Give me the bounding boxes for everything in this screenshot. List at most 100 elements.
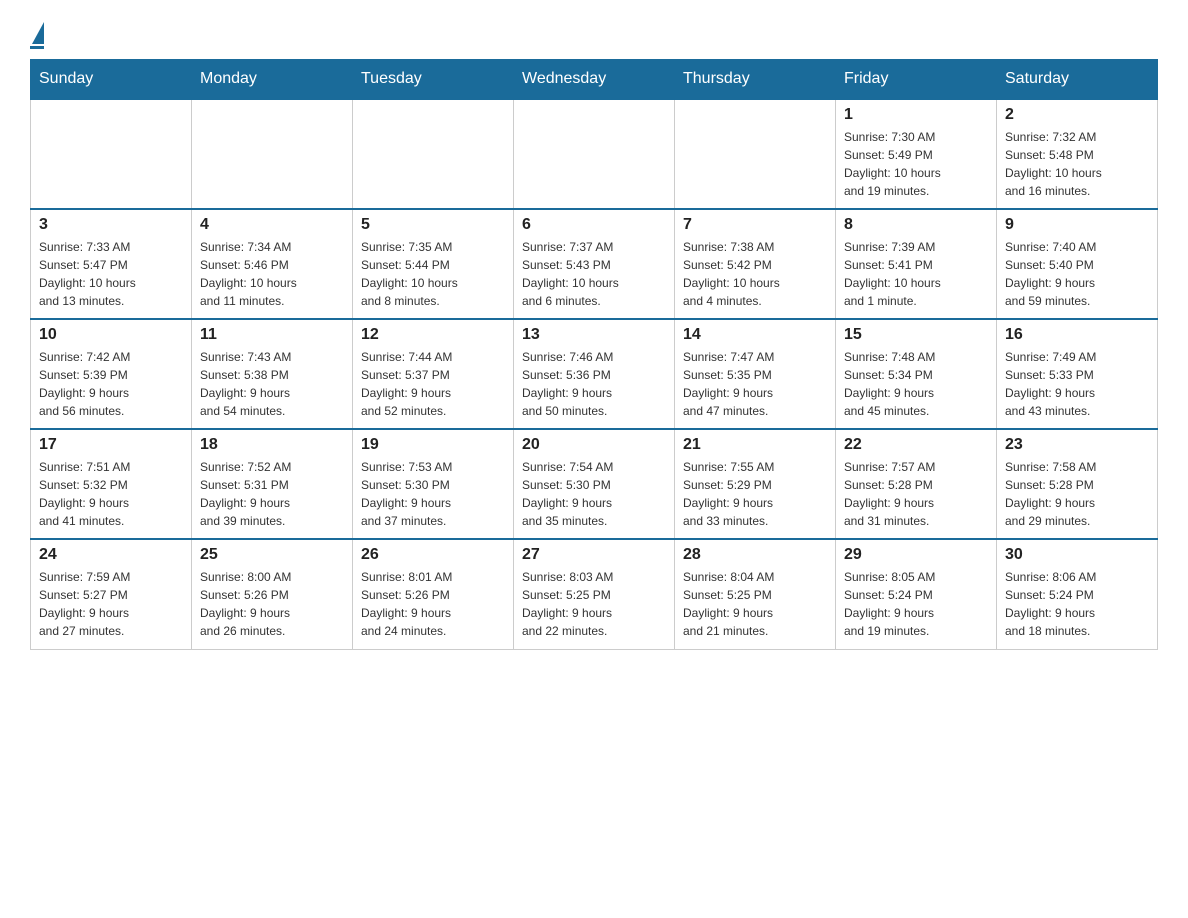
day-info: Sunrise: 7:40 AM Sunset: 5:40 PM Dayligh… [1005, 238, 1149, 310]
day-of-week-header: Monday [192, 60, 353, 100]
day-info: Sunrise: 8:00 AM Sunset: 5:26 PM Dayligh… [200, 568, 344, 640]
day-info: Sunrise: 7:52 AM Sunset: 5:31 PM Dayligh… [200, 458, 344, 530]
day-info: Sunrise: 7:51 AM Sunset: 5:32 PM Dayligh… [39, 458, 183, 530]
day-number: 1 [844, 106, 988, 124]
calendar-week-row: 17Sunrise: 7:51 AM Sunset: 5:32 PM Dayli… [31, 429, 1158, 539]
day-of-week-header: Wednesday [514, 60, 675, 100]
day-info: Sunrise: 7:34 AM Sunset: 5:46 PM Dayligh… [200, 238, 344, 310]
day-of-week-header: Friday [836, 60, 997, 100]
day-info: Sunrise: 8:06 AM Sunset: 5:24 PM Dayligh… [1005, 568, 1149, 640]
day-number: 23 [1005, 436, 1149, 454]
day-of-week-header: Saturday [997, 60, 1158, 100]
day-number: 24 [39, 546, 183, 564]
calendar-week-row: 10Sunrise: 7:42 AM Sunset: 5:39 PM Dayli… [31, 319, 1158, 429]
calendar-cell [675, 99, 836, 209]
day-number: 10 [39, 326, 183, 344]
logo-triangle-icon [32, 22, 44, 44]
logo [30, 20, 44, 49]
calendar-cell: 13 Sunrise: 7:46 AM Sunset: 5:36 PM Dayli… [514, 319, 675, 429]
calendar-week-row: 1Sunrise: 7:30 AM Sunset: 5:49 PM Daylig… [31, 99, 1158, 209]
day-number: 5 [361, 216, 505, 234]
day-number: 20 [522, 436, 666, 454]
page-header [30, 20, 1158, 49]
calendar-cell: 10Sunrise: 7:42 AM Sunset: 5:39 PM Dayli… [31, 319, 192, 429]
day-info: Sunrise: 7:53 AM Sunset: 5:30 PM Dayligh… [361, 458, 505, 530]
day-info: Sunrise: 7:54 AM Sunset: 5:30 PM Dayligh… [522, 458, 666, 530]
day-info: Sunrise: 7:48 AM Sunset: 5:34 PM Dayligh… [844, 348, 988, 420]
day-info: Sunrise: 7:32 AM Sunset: 5:48 PM Dayligh… [1005, 128, 1149, 200]
day-number: 2 [1005, 106, 1149, 124]
calendar-cell: 4 Sunrise: 7:34 AM Sunset: 5:46 PM Daylig… [192, 209, 353, 319]
day-number: 7 [683, 216, 827, 234]
day-info: Sunrise: 7:37 AM Sunset: 5:43 PM Dayligh… [522, 238, 666, 310]
calendar-cell: 8 Sunrise: 7:39 AM Sunset: 5:41 PM Daylig… [836, 209, 997, 319]
calendar-cell: 1Sunrise: 7:30 AM Sunset: 5:49 PM Daylig… [836, 99, 997, 209]
day-of-week-header: Thursday [675, 60, 836, 100]
calendar-cell: 28 Sunrise: 8:04 AM Sunset: 5:25 PM Dayli… [675, 539, 836, 649]
calendar-cell: 25 Sunrise: 8:00 AM Sunset: 5:26 PM Dayli… [192, 539, 353, 649]
calendar-cell: 29 Sunrise: 8:05 AM Sunset: 5:24 PM Dayli… [836, 539, 997, 649]
calendar-cell: 17Sunrise: 7:51 AM Sunset: 5:32 PM Dayli… [31, 429, 192, 539]
day-number: 16 [1005, 326, 1149, 344]
calendar-cell: 5 Sunrise: 7:35 AM Sunset: 5:44 PM Daylig… [353, 209, 514, 319]
day-info: Sunrise: 8:01 AM Sunset: 5:26 PM Dayligh… [361, 568, 505, 640]
calendar-cell: 12Sunrise: 7:44 AM Sunset: 5:37 PM Dayli… [353, 319, 514, 429]
day-info: Sunrise: 7:38 AM Sunset: 5:42 PM Dayligh… [683, 238, 827, 310]
day-number: 18 [200, 436, 344, 454]
day-number: 22 [844, 436, 988, 454]
day-number: 9 [1005, 216, 1149, 234]
day-info: Sunrise: 7:46 AM Sunset: 5:36 PM Dayligh… [522, 348, 666, 420]
day-info: Sunrise: 8:03 AM Sunset: 5:25 PM Dayligh… [522, 568, 666, 640]
calendar-table: SundayMondayTuesdayWednesdayThursdayFrid… [30, 59, 1158, 650]
calendar-cell: 11Sunrise: 7:43 AM Sunset: 5:38 PM Dayli… [192, 319, 353, 429]
calendar-week-row: 3 Sunrise: 7:33 AM Sunset: 5:47 PM Daylig… [31, 209, 1158, 319]
day-number: 12 [361, 326, 505, 344]
calendar-cell: 6 Sunrise: 7:37 AM Sunset: 5:43 PM Daylig… [514, 209, 675, 319]
day-of-week-header: Tuesday [353, 60, 514, 100]
day-info: Sunrise: 8:04 AM Sunset: 5:25 PM Dayligh… [683, 568, 827, 640]
day-info: Sunrise: 8:05 AM Sunset: 5:24 PM Dayligh… [844, 568, 988, 640]
calendar-cell: 21 Sunrise: 7:55 AM Sunset: 5:29 PM Dayli… [675, 429, 836, 539]
day-of-week-header: Sunday [31, 60, 192, 100]
day-info: Sunrise: 7:59 AM Sunset: 5:27 PM Dayligh… [39, 568, 183, 640]
day-info: Sunrise: 7:43 AM Sunset: 5:38 PM Dayligh… [200, 348, 344, 420]
calendar-cell: 2 Sunrise: 7:32 AM Sunset: 5:48 PM Daylig… [997, 99, 1158, 209]
calendar-cell: 23Sunrise: 7:58 AM Sunset: 5:28 PM Dayli… [997, 429, 1158, 539]
logo-underline [30, 46, 44, 49]
calendar-cell: 3 Sunrise: 7:33 AM Sunset: 5:47 PM Daylig… [31, 209, 192, 319]
calendar-cell [514, 99, 675, 209]
day-number: 26 [361, 546, 505, 564]
day-info: Sunrise: 7:39 AM Sunset: 5:41 PM Dayligh… [844, 238, 988, 310]
day-number: 21 [683, 436, 827, 454]
calendar-cell: 19Sunrise: 7:53 AM Sunset: 5:30 PM Dayli… [353, 429, 514, 539]
calendar-cell: 18 Sunrise: 7:52 AM Sunset: 5:31 PM Dayli… [192, 429, 353, 539]
day-number: 8 [844, 216, 988, 234]
calendar-cell [353, 99, 514, 209]
calendar-cell: 15 Sunrise: 7:48 AM Sunset: 5:34 PM Dayli… [836, 319, 997, 429]
day-info: Sunrise: 7:57 AM Sunset: 5:28 PM Dayligh… [844, 458, 988, 530]
day-number: 3 [39, 216, 183, 234]
day-number: 25 [200, 546, 344, 564]
day-number: 14 [683, 326, 827, 344]
day-info: Sunrise: 7:35 AM Sunset: 5:44 PM Dayligh… [361, 238, 505, 310]
day-number: 6 [522, 216, 666, 234]
day-number: 13 [522, 326, 666, 344]
days-header-row: SundayMondayTuesdayWednesdayThursdayFrid… [31, 60, 1158, 100]
day-info: Sunrise: 7:55 AM Sunset: 5:29 PM Dayligh… [683, 458, 827, 530]
day-info: Sunrise: 7:49 AM Sunset: 5:33 PM Dayligh… [1005, 348, 1149, 420]
day-info: Sunrise: 7:33 AM Sunset: 5:47 PM Dayligh… [39, 238, 183, 310]
day-info: Sunrise: 7:47 AM Sunset: 5:35 PM Dayligh… [683, 348, 827, 420]
day-number: 15 [844, 326, 988, 344]
calendar-cell: 9 Sunrise: 7:40 AM Sunset: 5:40 PM Daylig… [997, 209, 1158, 319]
day-number: 28 [683, 546, 827, 564]
calendar-cell: 7 Sunrise: 7:38 AM Sunset: 5:42 PM Daylig… [675, 209, 836, 319]
calendar-cell: 27Sunrise: 8:03 AM Sunset: 5:25 PM Dayli… [514, 539, 675, 649]
calendar-cell: 26 Sunrise: 8:01 AM Sunset: 5:26 PM Dayli… [353, 539, 514, 649]
calendar-cell: 30Sunrise: 8:06 AM Sunset: 5:24 PM Dayli… [997, 539, 1158, 649]
calendar-cell: 22 Sunrise: 7:57 AM Sunset: 5:28 PM Dayli… [836, 429, 997, 539]
calendar-cell [192, 99, 353, 209]
day-number: 29 [844, 546, 988, 564]
calendar-week-row: 24 Sunrise: 7:59 AM Sunset: 5:27 PM Dayli… [31, 539, 1158, 649]
day-number: 4 [200, 216, 344, 234]
calendar-cell [31, 99, 192, 209]
